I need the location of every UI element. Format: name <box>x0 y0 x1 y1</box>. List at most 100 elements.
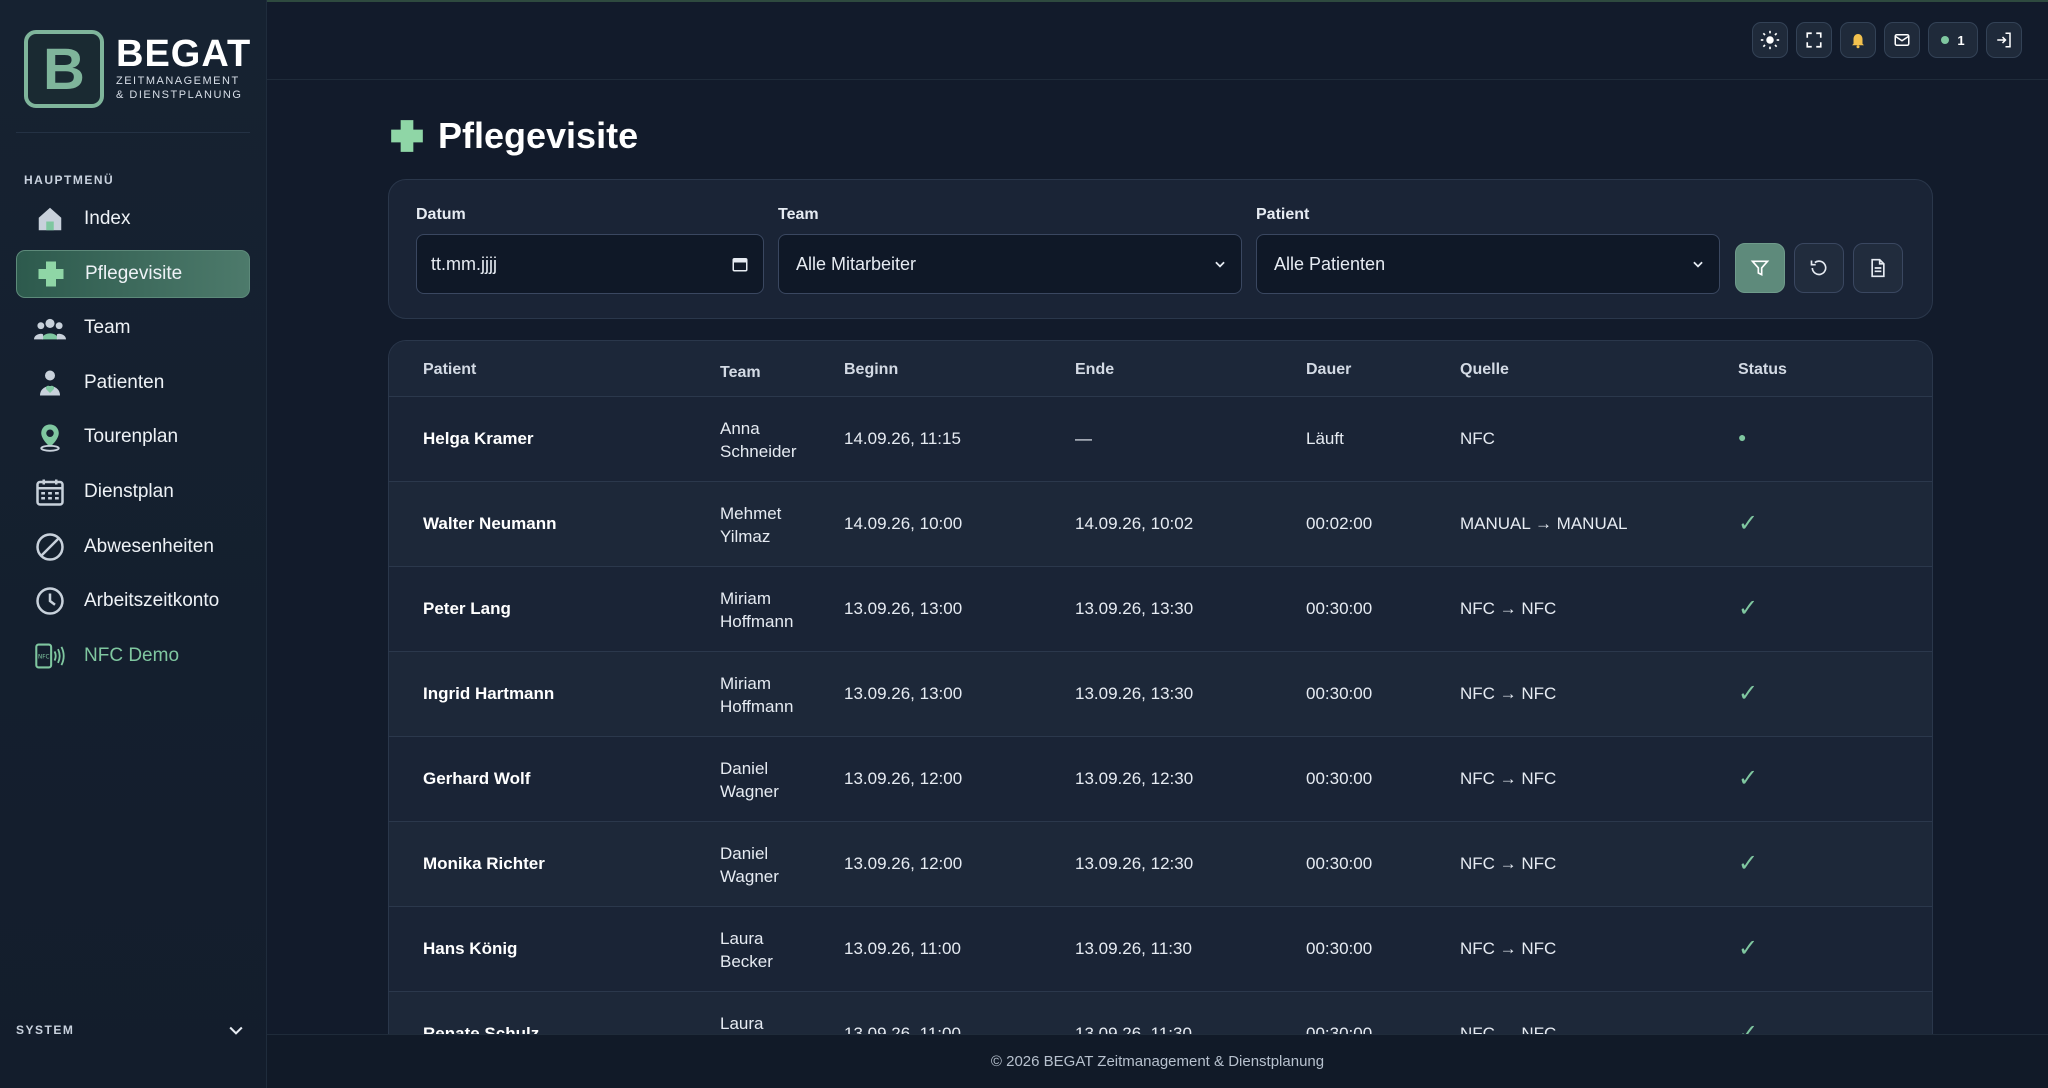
date-input[interactable]: tt.mm.jjjj <box>416 234 764 294</box>
sidebar-item-nfc-demo[interactable]: NFC NFC Demo <box>16 632 250 680</box>
apply-filter-button[interactable] <box>1735 243 1785 293</box>
cell-team: Miriam Hoffmann <box>720 587 810 633</box>
brand-logo[interactable]: B BEGAT ZEITMANAGEMENT & DIENSTPLANUNG <box>24 30 251 108</box>
sidebar-item-dienstplan[interactable]: Dienstplan <box>16 468 250 516</box>
column-header-team[interactable]: Team <box>720 361 810 384</box>
chevron-down-icon <box>1215 261 1225 268</box>
cell-patient: Peter Lang <box>423 599 511 618</box>
system-menu-toggle[interactable]: SYSTEM <box>16 1020 246 1040</box>
fullscreen-button[interactable] <box>1796 22 1832 58</box>
svg-text:NFC: NFC <box>38 654 50 660</box>
cell-ende: 13.09.26, 12:30 <box>1075 769 1194 788</box>
filter-icon <box>1750 260 1770 277</box>
cell-ende: 13.09.26, 13:30 <box>1075 599 1194 618</box>
top-actions: 1 <box>1752 22 2022 58</box>
cell-team: Daniel Wagner <box>720 757 810 803</box>
table-row[interactable]: Gerhard Wolf 13.09.26, 12:00 13.09.26, 12:… <box>389 737 1932 822</box>
sidebar-item-index[interactable]: Index <box>16 195 250 243</box>
mail-icon <box>1894 34 1910 46</box>
online-status-button[interactable]: 1 <box>1928 22 1978 58</box>
table-row[interactable]: Monika Richter 13.09.26, 12:00 13.09.26, 1… <box>389 822 1932 907</box>
cell-team-line: Wagner <box>720 782 779 801</box>
footer-copyright: © 2026 BEGAT Zeitmanagement & Dienstplan… <box>990 1053 1325 1070</box>
cell-team-line: Miriam <box>720 589 771 608</box>
sidebar-item-team[interactable]: Team <box>16 304 250 352</box>
cell-team-line: Hoffmann <box>720 697 794 716</box>
cell-beginn: 13.09.26, 12:00 <box>844 769 963 788</box>
sidebar-item-abwesenheiten[interactable]: Abwesenheiten <box>16 523 250 571</box>
page-title: Pflegevisite <box>438 115 639 156</box>
logout-icon <box>1997 32 2011 48</box>
cell-beginn: 13.09.26, 12:00 <box>844 854 963 873</box>
cell-team: Laura Becker <box>720 927 810 973</box>
sidebar-item-tourenplan[interactable]: Tourenplan <box>16 413 250 461</box>
cell-beginn: 14.09.26, 10:00 <box>844 514 963 533</box>
cell-team-line: Daniel <box>720 759 769 778</box>
online-dot-icon <box>1941 36 1950 44</box>
cell-patient: Gerhard Wolf <box>423 769 531 788</box>
column-header-beginn[interactable]: Beginn <box>844 361 898 379</box>
team-select[interactable]: Alle Mitarbeiter <box>778 234 1242 294</box>
nfc-icon: NFC <box>34 640 66 672</box>
sidebar-item-pflegevisite[interactable]: Pflegevisite <box>16 249 250 298</box>
brand-subtitle-1: ZEITMANAGEMENT <box>116 75 240 87</box>
column-header-status[interactable]: Status <box>1738 361 1787 379</box>
cell-status: ● <box>1738 429 1747 445</box>
filter-panel: Datum tt.mm.jjjj Team Alle Mitarbeiter P… <box>388 179 1933 319</box>
column-header-ende[interactable]: Ende <box>1075 361 1114 379</box>
calendar-icon <box>34 476 66 508</box>
home-icon <box>34 203 66 235</box>
system-label: SYSTEM <box>16 1023 75 1037</box>
cell-dauer: Läuft <box>1306 429 1344 448</box>
cell-quelle: MANUAL → MANUAL <box>1460 514 1628 533</box>
reset-filter-button[interactable] <box>1794 243 1844 293</box>
brand-name: BEGAT <box>116 33 252 75</box>
table-row[interactable]: Walter Neumann 14.09.26, 10:00 14.09.26, 1… <box>389 482 1932 567</box>
column-header-dauer[interactable]: Dauer <box>1306 361 1351 379</box>
cell-team-line: Daniel <box>720 844 769 863</box>
cell-team: Mehmet Yilmaz <box>720 502 810 548</box>
medical-cross-icon <box>35 258 67 290</box>
column-header-quelle[interactable]: Quelle <box>1460 361 1509 379</box>
cell-dauer: 00:30:00 <box>1306 939 1373 958</box>
cell-patient: Walter Neumann <box>423 514 557 533</box>
map-pin-icon <box>34 421 66 453</box>
fullscreen-icon <box>1806 32 1822 48</box>
team-icon <box>34 312 66 344</box>
notifications-button[interactable] <box>1840 22 1876 58</box>
table-row[interactable]: Peter Lang 13.09.26, 13:00 13.09.26, 13:30… <box>389 567 1932 652</box>
cell-patient: Helga Kramer <box>423 429 534 448</box>
cell-team-line: Anna <box>720 419 760 438</box>
sun-icon <box>1760 30 1780 50</box>
cell-beginn: 14.09.26, 11:15 <box>844 429 961 448</box>
calendar-icon[interactable] <box>731 255 749 273</box>
table-row[interactable]: Helga Kramer 14.09.26, 11:15 — Läuft NFC ● Ann… <box>389 397 1932 482</box>
cell-status: ✓ <box>1738 935 1759 962</box>
logout-button[interactable] <box>1986 22 2022 58</box>
chevron-down-icon <box>1693 261 1703 268</box>
sidebar-item-arbeitszeitkonto[interactable]: Arbeitszeitkonto <box>16 577 250 625</box>
sidebar-item-label: Arbeitszeitkonto <box>84 590 220 612</box>
cell-team-line: Yilmaz <box>720 527 771 546</box>
sidebar-item-label: Abwesenheiten <box>84 535 214 557</box>
sidebar-item-label: Dienstplan <box>84 480 174 502</box>
table-row[interactable]: Ingrid Hartmann 13.09.26, 13:00 13.09.26, … <box>389 652 1932 737</box>
logo-divider <box>16 132 250 133</box>
cell-dauer: 00:30:00 <box>1306 684 1373 703</box>
messages-button[interactable] <box>1884 22 1920 58</box>
bell-icon <box>1852 34 1864 49</box>
patient-select[interactable]: Alle Patienten <box>1256 234 1720 294</box>
cell-status: ✓ <box>1738 510 1759 537</box>
sidebar-item-label: Index <box>84 208 131 229</box>
sidebar-item-patienten[interactable]: Patienten <box>16 359 250 407</box>
cell-dauer: 00:30:00 <box>1306 854 1373 873</box>
date-label: Datum <box>416 206 466 223</box>
table-row[interactable]: Hans König 13.09.26, 11:00 13.09.26, 11:30… <box>389 907 1932 992</box>
patient-selected-value: Alle Patienten <box>1274 253 1386 274</box>
theme-toggle-button[interactable] <box>1752 22 1788 58</box>
document-icon <box>1871 258 1885 278</box>
export-pdf-button[interactable] <box>1853 243 1903 293</box>
column-header-patient[interactable]: Patient <box>423 361 476 379</box>
visits-table: Patient Team Beginn Ende Dauer Quelle St… <box>388 340 1933 1040</box>
table-row[interactable]: Renate Schulz 13.09.26, 11:00 13.09.26, 11… <box>389 992 1932 1040</box>
